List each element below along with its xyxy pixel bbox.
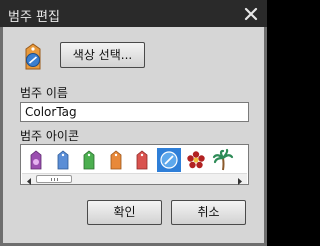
purple-flower-tag-icon[interactable] [24, 148, 48, 172]
green-tag-icon[interactable] [77, 148, 101, 172]
orange-tag-icon[interactable] [104, 148, 128, 172]
category-icon-list [20, 144, 249, 185]
blue-circle-tag-icon[interactable] [157, 148, 181, 172]
palm-tree-icon[interactable] [211, 148, 235, 172]
flower-icon[interactable] [184, 148, 208, 172]
icon-list-scrollbar[interactable] [22, 173, 247, 185]
edit-category-dialog: 범주 편집 색상 선택... 범주 이름 ColorTag 범주 아이콘 확인 … [0, 0, 267, 246]
ok-button[interactable]: 확인 [87, 200, 162, 225]
blue-tag-icon[interactable] [51, 148, 75, 172]
category-name-input[interactable]: ColorTag [20, 102, 249, 122]
category-name-label: 범주 이름 [20, 86, 68, 100]
dialog-body: 색상 선택... 범주 이름 ColorTag 범주 아이콘 확인 취소 [3, 27, 264, 243]
title-bar[interactable]: 범주 편집 [0, 0, 267, 27]
dialog-title: 범주 편집 [8, 10, 60, 25]
close-icon[interactable] [243, 6, 259, 22]
scrollbar-thumb[interactable] [36, 175, 72, 183]
category-preview-icon [21, 43, 45, 71]
select-color-button[interactable]: 색상 선택... [60, 42, 145, 68]
scroll-left-icon[interactable] [24, 175, 34, 185]
scroll-right-icon[interactable] [235, 175, 245, 185]
category-icon-label: 범주 아이콘 [20, 129, 80, 143]
cancel-button[interactable]: 취소 [171, 200, 246, 225]
red-tag-icon[interactable] [130, 148, 154, 172]
